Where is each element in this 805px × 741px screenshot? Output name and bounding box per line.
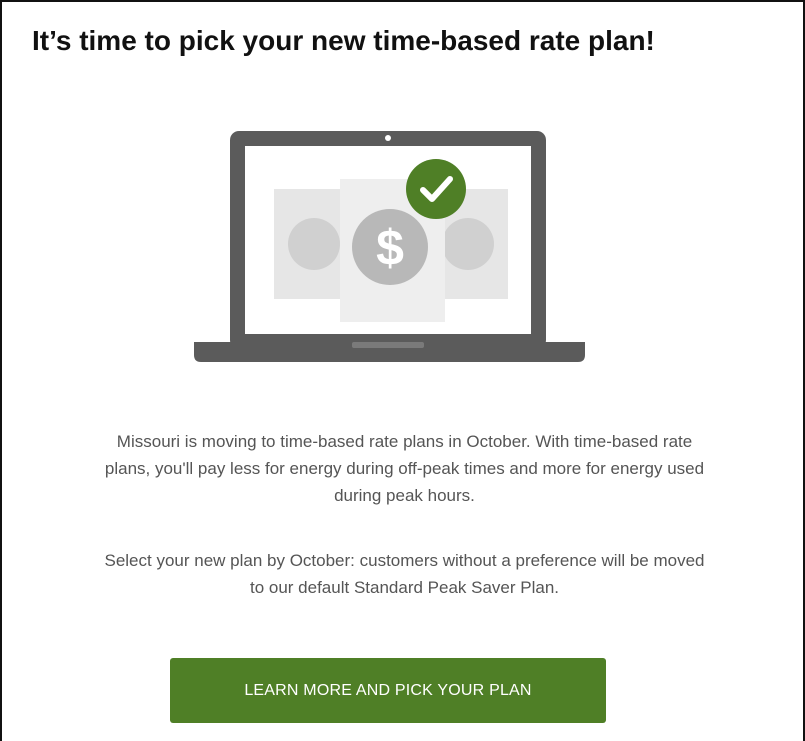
laptop-notch	[352, 342, 424, 348]
deadline-paragraph: Select your new plan by October: custome…	[2, 547, 803, 601]
check-badge-icon	[406, 159, 466, 219]
dollar-symbol: $	[376, 220, 404, 276]
deadline-line-2: to our default Standard Peak Saver Plan.	[249, 578, 560, 597]
right-card-coin	[442, 218, 494, 270]
page-title: It’s time to pick your new time-based ra…	[32, 25, 655, 56]
deadline-line-1: Select your new plan by October: custome…	[104, 551, 705, 570]
webcam-dot	[385, 135, 391, 141]
intro-line-1: Missouri is moving to time-based rate pl…	[116, 432, 693, 451]
left-card-coin	[288, 218, 340, 270]
laptop-money-illustration: $	[194, 131, 585, 362]
email-card: It’s time to pick your new time-based ra…	[0, 0, 805, 741]
intro-line-2: plans, you'll pay less for energy during…	[104, 459, 705, 478]
intro-line-3: during peak hours.	[334, 486, 475, 505]
intro-paragraph: Missouri is moving to time-based rate pl…	[2, 428, 803, 509]
learn-more-pick-plan-button[interactable]: LEARN MORE AND PICK YOUR PLAN	[170, 658, 606, 723]
